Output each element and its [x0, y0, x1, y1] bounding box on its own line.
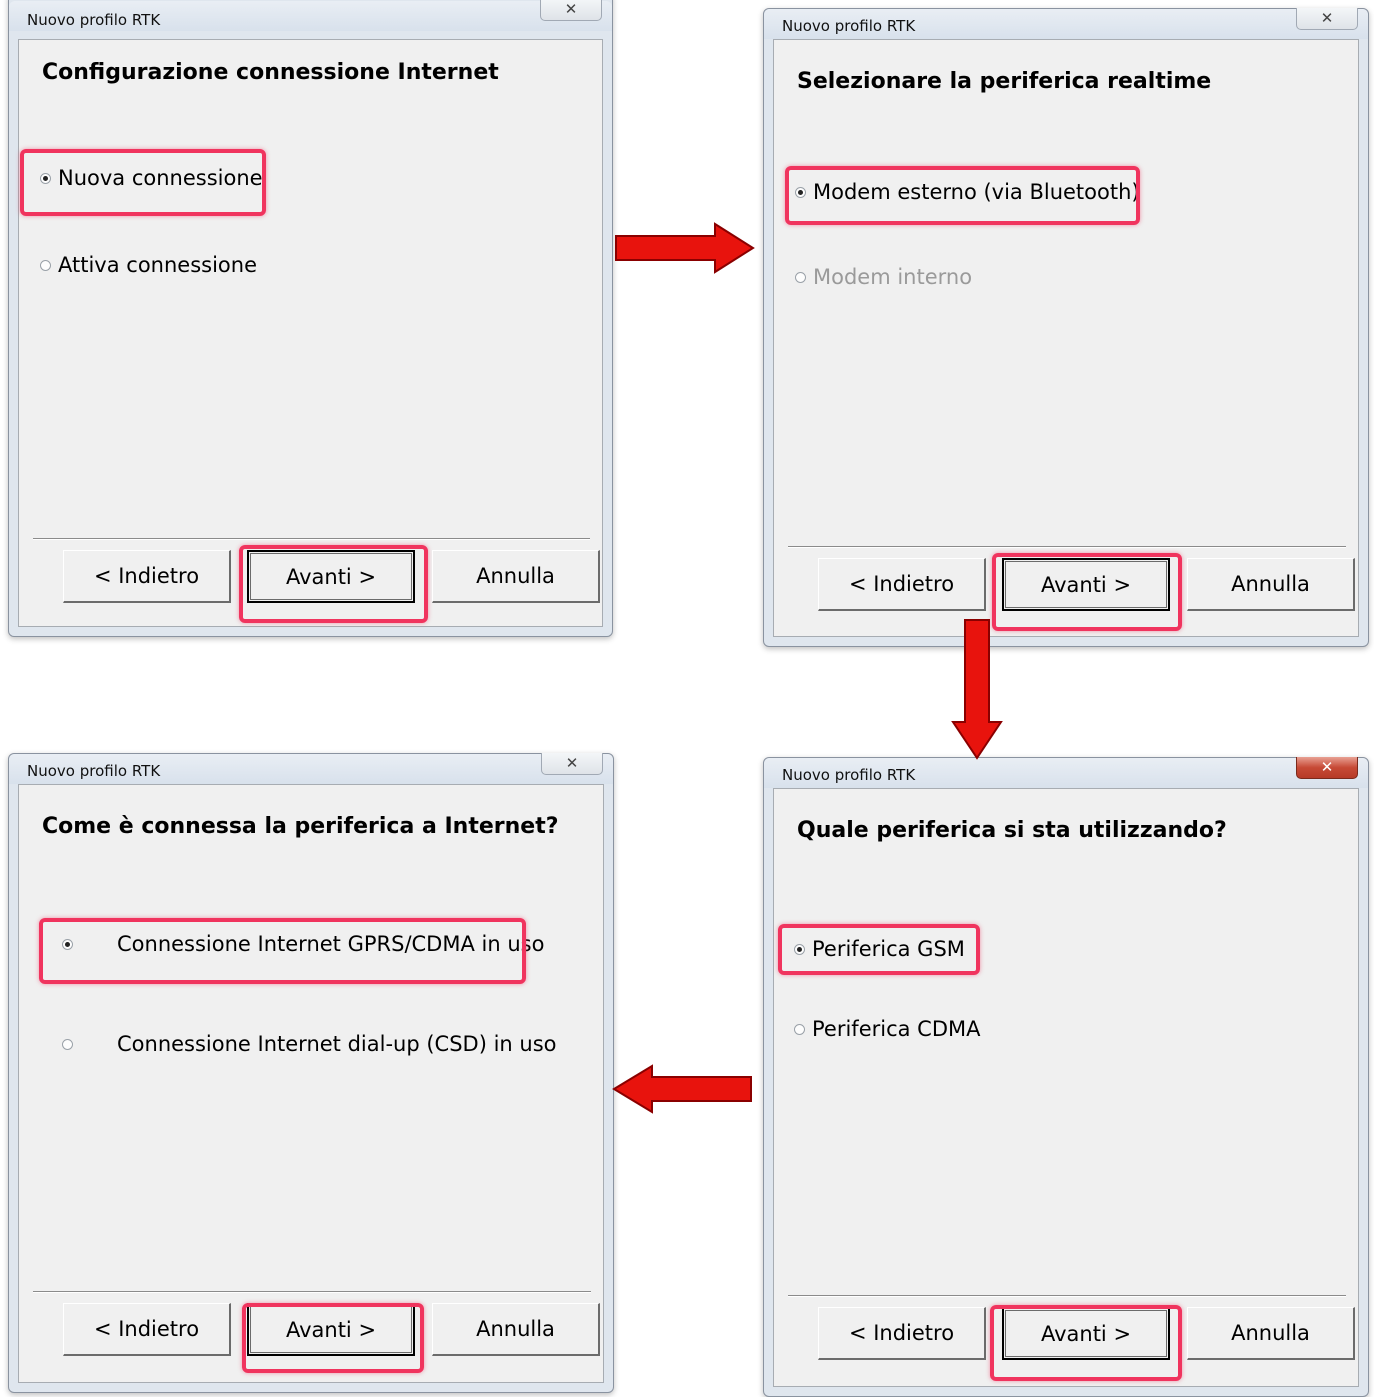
arrow-left-icon — [612, 1064, 752, 1114]
dialog-internet-device: Nuovo profilo RTK ✕ Come è connessa la p… — [8, 753, 614, 1393]
option-label: Modem interno — [813, 265, 973, 289]
close-x-icon: ✕ — [565, 754, 579, 772]
cancel-button[interactable]: Annulla — [1187, 1307, 1355, 1360]
radio-modem-interno: Modem interno — [795, 265, 972, 289]
dialog-internet-connection: Nuovo profilo RTK ✕ Configurazione conne… — [8, 0, 613, 637]
option-label: Nuova connessione — [58, 166, 263, 190]
radio-modem-esterno[interactable]: Modem esterno (via Bluetooth) — [795, 180, 1140, 204]
option-label: Connessione Internet dial-up (CSD) in us… — [117, 1032, 557, 1056]
dialog-body: Come è connessa la periferica a Internet… — [18, 784, 604, 1383]
next-button[interactable]: Avanti > — [247, 550, 415, 603]
radio-checked-icon[interactable] — [794, 943, 805, 955]
option-label: Modem esterno (via Bluetooth) — [813, 180, 1140, 204]
close-button[interactable]: ✕ — [541, 753, 603, 775]
separator — [33, 538, 590, 540]
dialog-body: Selezionare la periferica realtime Modem… — [773, 39, 1359, 637]
radio-unchecked-icon[interactable] — [794, 1023, 805, 1035]
arrow-right-icon — [615, 222, 755, 274]
separator — [788, 546, 1346, 548]
dialog-body: Quale periferica si sta utilizzando? Per… — [773, 788, 1359, 1387]
page-heading: Come è connessa la periferica a Internet… — [42, 814, 559, 839]
close-x-icon: ✕ — [564, 0, 578, 18]
radio-nuova-connessione[interactable]: Nuova connessione — [40, 166, 263, 190]
close-button[interactable]: ✕ — [1296, 8, 1358, 30]
dialog-device-type: Nuovo profilo RTK ✕ Quale periferica si … — [763, 757, 1369, 1397]
back-button[interactable]: < Indietro — [818, 1307, 986, 1360]
option-label: Connessione Internet GPRS/CDMA in uso — [117, 932, 545, 956]
window-title: Nuovo profilo RTK — [27, 762, 161, 780]
window-title: Nuovo profilo RTK — [27, 11, 161, 29]
radio-periferica-cdma[interactable]: Periferica CDMA — [794, 1017, 981, 1041]
back-button[interactable]: < Indietro — [63, 550, 231, 603]
next-button[interactable]: Avanti > — [247, 1303, 415, 1356]
dialog-body: Configurazione connessione Internet Nuov… — [18, 39, 603, 627]
option-label: Periferica GSM — [812, 937, 965, 961]
next-button[interactable]: Avanti > — [1002, 1307, 1170, 1360]
close-x-icon: ✕ — [1320, 9, 1334, 27]
page-heading: Selezionare la periferica realtime — [797, 69, 1212, 94]
arrow-down-icon — [951, 619, 1003, 760]
cancel-button[interactable]: Annulla — [432, 1303, 600, 1356]
window-title: Nuovo profilo RTK — [782, 17, 916, 35]
close-button[interactable]: ✕ — [1296, 757, 1358, 779]
radio-unchecked-icon — [795, 271, 806, 283]
close-x-icon: ✕ — [1320, 758, 1334, 776]
page-heading: Quale periferica si sta utilizzando? — [797, 818, 1227, 843]
page-heading: Configurazione connessione Internet — [42, 60, 499, 85]
back-button[interactable]: < Indietro — [818, 558, 986, 611]
radio-unchecked-icon[interactable] — [62, 1038, 73, 1050]
close-button[interactable]: ✕ — [540, 0, 602, 21]
radio-unchecked-icon[interactable] — [40, 259, 51, 271]
back-button[interactable]: < Indietro — [63, 1303, 231, 1356]
separator — [33, 1291, 591, 1293]
radio-dial-up-csd[interactable]: Connessione Internet dial-up (CSD) in us… — [62, 1032, 556, 1056]
next-button[interactable]: Avanti > — [1002, 558, 1170, 611]
radio-checked-icon[interactable] — [40, 172, 51, 184]
separator — [788, 1295, 1346, 1297]
option-label: Periferica CDMA — [812, 1017, 981, 1041]
radio-checked-icon[interactable] — [795, 186, 806, 198]
radio-periferica-gsm[interactable]: Periferica GSM — [794, 937, 965, 961]
option-label: Attiva connessione — [58, 253, 257, 277]
dialog-realtime-device: Nuovo profilo RTK ✕ Selezionare la perif… — [763, 8, 1369, 647]
radio-gprs-cdma[interactable]: Connessione Internet GPRS/CDMA in uso — [62, 932, 544, 956]
cancel-button[interactable]: Annulla — [1187, 558, 1355, 611]
window-title: Nuovo profilo RTK — [782, 766, 916, 784]
radio-attiva-connessione[interactable]: Attiva connessione — [40, 253, 257, 277]
radio-checked-icon[interactable] — [62, 938, 73, 950]
cancel-button[interactable]: Annulla — [432, 550, 600, 603]
